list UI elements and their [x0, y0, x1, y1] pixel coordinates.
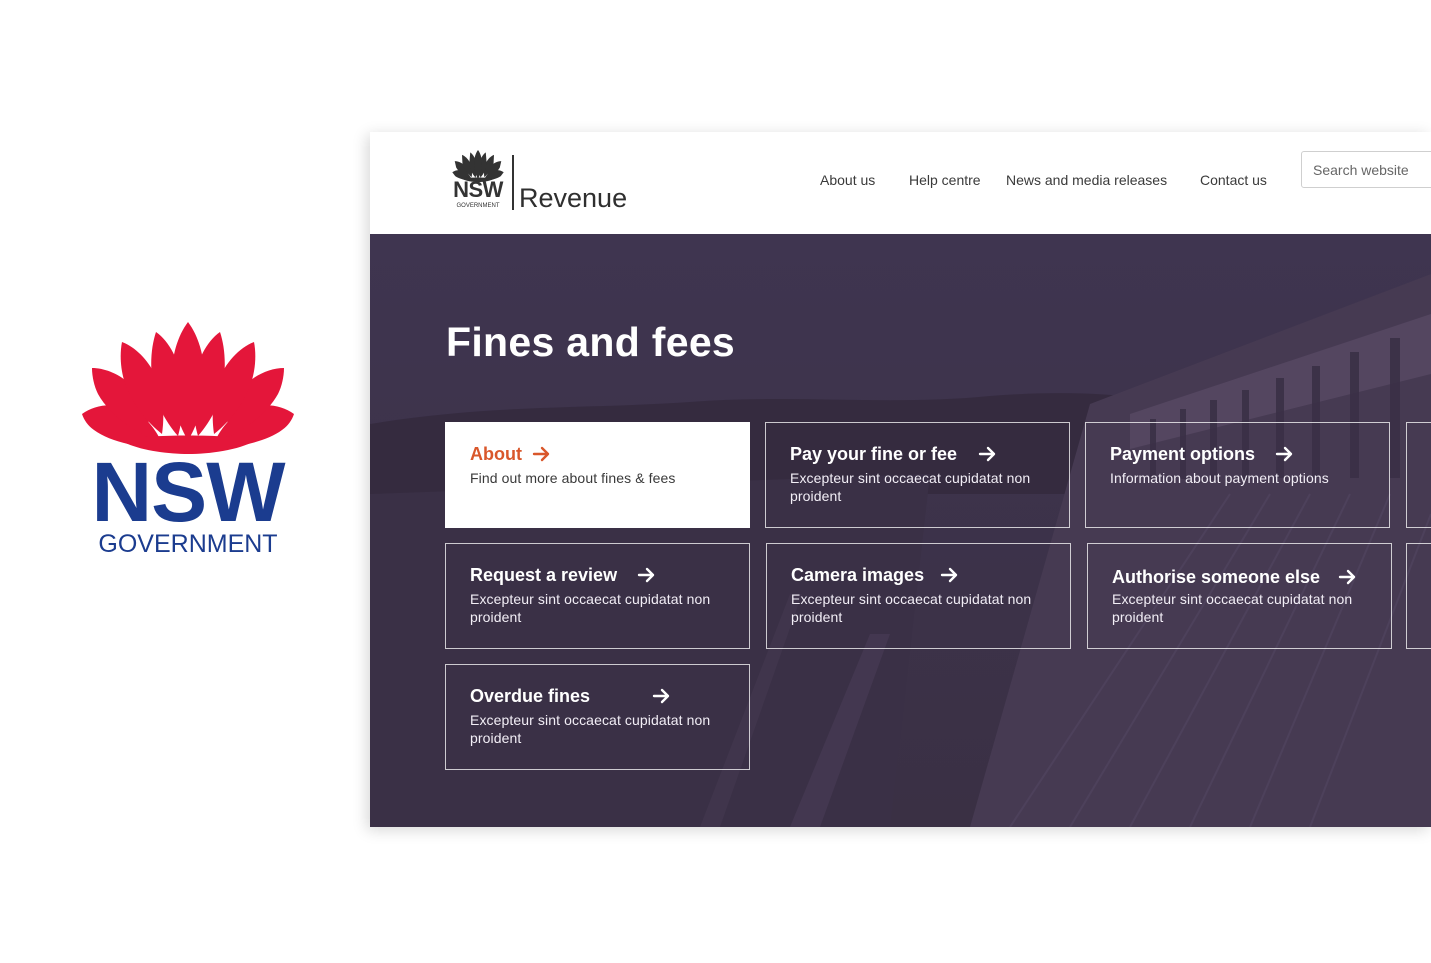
card-title: About	[470, 444, 522, 464]
nsw-government-logo: NSW GOVERNMENT	[80, 322, 296, 562]
nav-help-centre[interactable]: Help centre	[909, 172, 981, 188]
website-preview: NSW GOVERNMENT Revenue About us Help cen…	[370, 132, 1431, 827]
waratah-icon	[82, 322, 294, 454]
arrow-right-icon	[652, 688, 670, 704]
logo-government-text: GOVERNMENT	[98, 530, 278, 558]
arrow-right-icon	[940, 567, 958, 583]
arrow-right-icon	[1338, 569, 1356, 585]
nav-contact-us[interactable]: Contact us	[1200, 172, 1267, 188]
card-title: Authorise someone else	[1112, 567, 1321, 587]
card-about[interactable]: About Find out more about fines & fees	[445, 422, 750, 528]
card-payment-options[interactable]: Payment options Information about paymen…	[1085, 422, 1390, 528]
hero-section: Fines and fees About Find out more about…	[370, 234, 1431, 827]
site-logo-nsw-text: NSW	[453, 177, 503, 202]
nav-news-media[interactable]: News and media releases	[1006, 172, 1167, 188]
card-title: Payment options	[1110, 444, 1256, 464]
logo-nsw-text: NSW	[91, 445, 286, 539]
card-description: Excepteur sint occaecat cupidatat non pr…	[791, 591, 1032, 625]
site-header: NSW GOVERNMENT Revenue About us Help cen…	[370, 132, 1431, 234]
card-title: Camera images	[791, 565, 925, 585]
arrow-right-icon	[532, 446, 550, 462]
card-pay-fine[interactable]: Pay your fine or fee Excepteur sint occa…	[765, 422, 1070, 528]
card-description: Find out more about fines & fees	[470, 470, 676, 486]
card-partial[interactable]	[1406, 422, 1431, 528]
arrow-right-icon	[637, 567, 655, 583]
arrow-right-icon	[978, 446, 996, 462]
logo-divider	[512, 155, 514, 210]
card-overdue-fines[interactable]: Overdue fines Excepteur sint occaecat cu…	[445, 664, 750, 770]
card-title: Pay your fine or fee	[790, 444, 958, 464]
arrow-right-icon	[1275, 446, 1293, 462]
card-partial[interactable]	[1406, 543, 1431, 649]
card-description: Excepteur sint occaecat cupidatat non pr…	[790, 470, 1031, 504]
card-description: Excepteur sint occaecat cupidatat non pr…	[1112, 591, 1353, 625]
card-description: Information about payment options	[1110, 470, 1329, 486]
card-description: Excepteur sint occaecat cupidatat non pr…	[470, 591, 711, 625]
card-camera-images[interactable]: Camera images Excepteur sint occaecat cu…	[766, 543, 1071, 649]
page-title: Fines and fees	[446, 319, 736, 365]
card-authorise-someone[interactable]: Authorise someone else Excepteur sint oc…	[1087, 543, 1392, 649]
card-title: Overdue fines	[470, 686, 591, 706]
nav-about-us[interactable]: About us	[820, 172, 875, 188]
card-request-review[interactable]: Request a review Excepteur sint occaecat…	[445, 543, 750, 649]
card-description: Excepteur sint occaecat cupidatat non pr…	[470, 712, 711, 746]
site-logo[interactable]: NSW GOVERNMENT	[449, 150, 509, 212]
site-name[interactable]: Revenue	[519, 183, 627, 213]
search-input[interactable]	[1301, 151, 1431, 188]
card-title: Request a review	[470, 565, 618, 585]
site-logo-government-text: GOVERNMENT	[456, 203, 500, 209]
